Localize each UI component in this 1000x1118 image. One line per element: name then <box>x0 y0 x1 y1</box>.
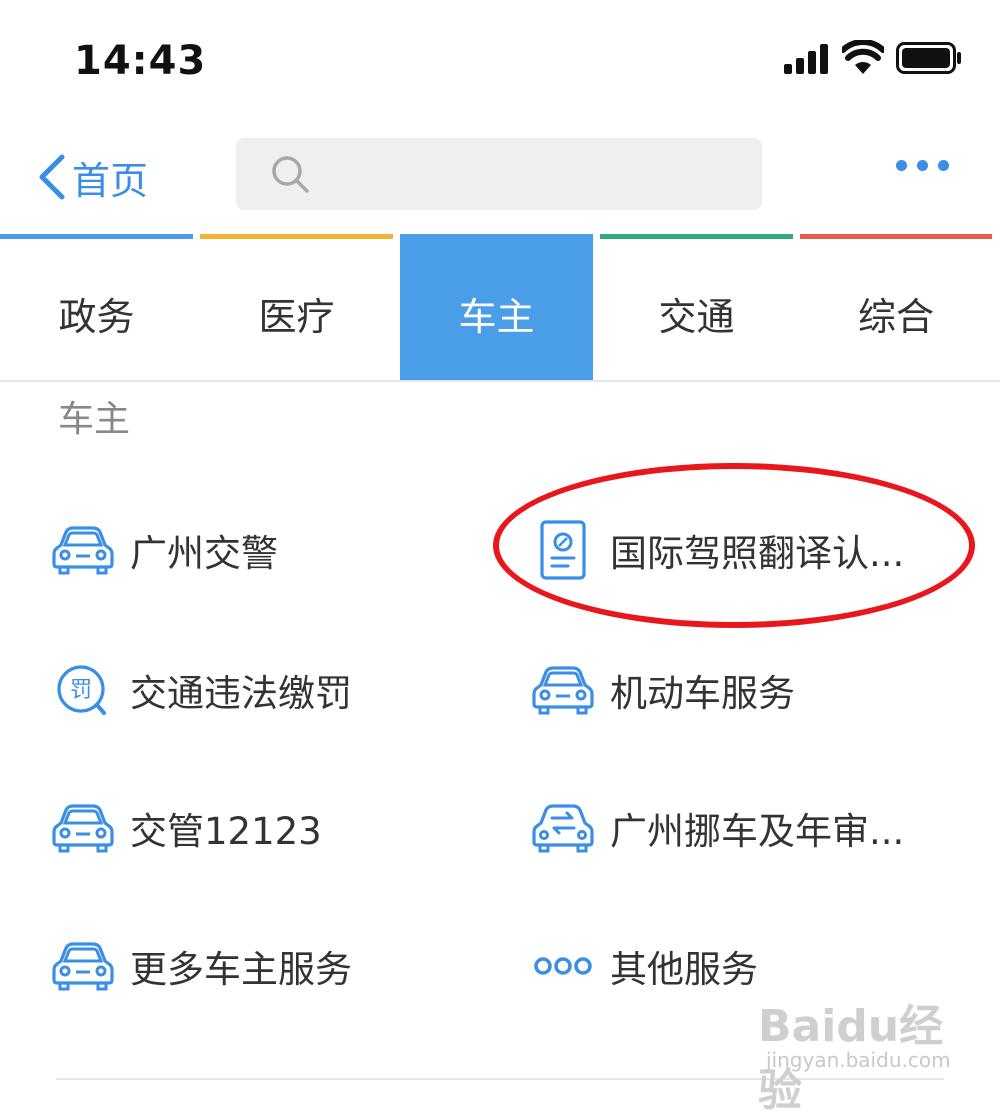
watermark-url: jingyan.baidu.com <box>766 1048 951 1072</box>
service-other[interactable]: 其他服务 <box>532 926 758 1006</box>
car-icon <box>532 664 594 716</box>
tab-divider <box>0 380 1000 382</box>
car-icon <box>52 524 114 576</box>
tab-color-bar <box>0 234 193 239</box>
tab-color-bar <box>800 234 992 239</box>
section-title: 车主 <box>58 399 131 440</box>
tab-color-bar <box>200 234 393 239</box>
more-dot-icon <box>917 160 928 171</box>
tab-chezhu[interactable]: 车主 <box>400 234 593 380</box>
status-time: 14:43 <box>74 38 207 84</box>
service-label: 其他服务 <box>610 948 758 991</box>
search-input[interactable] <box>236 138 762 210</box>
car-swap-icon <box>532 802 594 854</box>
tab-jiaotong[interactable]: 交通 <box>600 234 793 380</box>
car-icon <box>52 802 114 854</box>
search-icon <box>272 156 309 193</box>
tab-label: 政务 <box>58 295 135 339</box>
tab-label: 交通 <box>658 295 735 339</box>
tab-zonghe[interactable]: 综合 <box>800 234 992 380</box>
service-label: 交通违法缴罚 <box>130 672 352 715</box>
wifi-icon <box>842 40 884 74</box>
tab-label: 医疗 <box>258 295 335 339</box>
category-tabs: 政务 医疗 车主 交通 综合 <box>0 234 1000 380</box>
status-bar: 14:43 <box>0 0 1000 110</box>
back-label: 首页 <box>72 158 149 203</box>
tab-label: 车主 <box>458 295 535 339</box>
service-motor-vehicle[interactable]: 机动车服务 <box>532 650 795 730</box>
baidu-watermark: Baidu经验 jingyan.baidu.com <box>758 990 978 1116</box>
chevron-left-icon <box>39 154 65 200</box>
tab-color-bar <box>600 234 793 239</box>
highlight-circle-annotation <box>493 463 975 628</box>
back-button[interactable]: 首页 <box>36 148 148 206</box>
service-traffic-violation-fine[interactable]: 罚 交通违法缴罚 <box>52 650 352 730</box>
service-label: 更多车主服务 <box>130 948 352 991</box>
more-dot-icon <box>938 160 949 171</box>
more-dots-icon <box>532 940 594 992</box>
more-dot-icon <box>896 160 907 171</box>
service-label: 交管12123 <box>130 810 322 853</box>
more-button[interactable] <box>896 160 949 171</box>
nav-bar: 首页 <box>0 120 1000 230</box>
battery-icon <box>896 42 961 74</box>
service-label: 广州交警 <box>130 532 278 575</box>
service-label: 机动车服务 <box>610 672 795 715</box>
tab-color-bar <box>400 234 593 239</box>
fine-search-icon: 罚 <box>52 664 114 716</box>
service-more-owner[interactable]: 更多车主服务 <box>52 926 352 1006</box>
tab-label: 综合 <box>857 295 934 339</box>
service-12123[interactable]: 交管12123 <box>52 788 322 868</box>
car-icon <box>52 940 114 992</box>
tab-zhengwu[interactable]: 政务 <box>0 234 193 380</box>
tab-yiliao[interactable]: 医疗 <box>200 234 393 380</box>
signal-icon <box>784 44 828 74</box>
service-guangzhou-traffic-police[interactable]: 广州交警 <box>52 510 278 590</box>
service-guangzhou-move-car[interactable]: 广州挪车及年审... <box>532 788 904 868</box>
fine-glyph: 罚 <box>70 678 92 703</box>
service-label: 广州挪车及年审... <box>610 810 905 853</box>
